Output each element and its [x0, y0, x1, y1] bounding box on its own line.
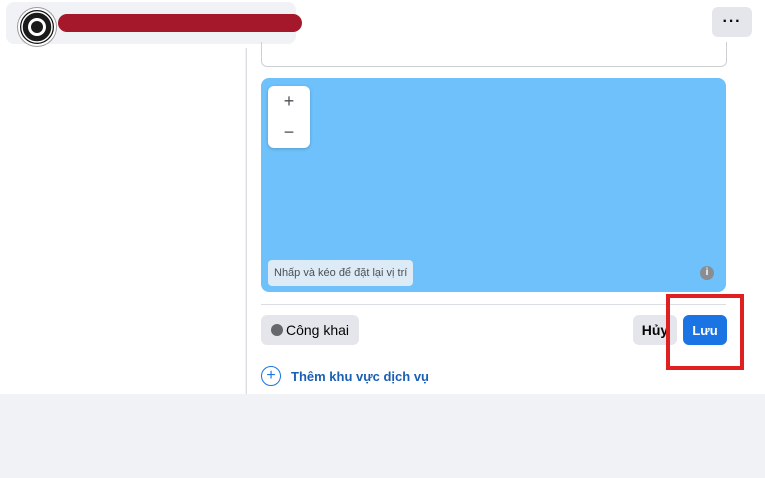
map-reposition-hint: Nhấp và kéo để đặt lại vị trí — [268, 260, 414, 286]
add-service-area-label: Thêm khu vực dịch vụ — [291, 368, 429, 384]
privacy-label: Công khai — [286, 322, 350, 338]
profile-chip[interactable] — [6, 2, 302, 46]
bottom-background — [0, 394, 765, 478]
redacted-profile-name — [58, 14, 302, 32]
privacy-button[interactable]: Công khai — [261, 315, 360, 345]
avatar-logo-icon — [21, 11, 53, 43]
top-bar: ··· — [0, 0, 765, 48]
divider — [261, 304, 726, 305]
more-options-button[interactable]: ··· — [712, 7, 752, 37]
avatar — [18, 8, 56, 46]
zoom-out-button[interactable]: − — [268, 117, 310, 148]
plus-circle-icon: + — [261, 366, 281, 386]
address-input[interactable] — [261, 42, 727, 67]
map[interactable]: + − Nhấp và kéo để đặt lại vị trí i — [261, 78, 726, 292]
globe-icon — [271, 324, 283, 336]
zoom-controls: + − — [268, 86, 310, 148]
left-panel — [0, 48, 245, 394]
add-service-area-link[interactable]: + Thêm khu vực dịch vụ — [261, 366, 429, 386]
info-icon[interactable]: i — [700, 266, 714, 280]
zoom-in-button[interactable]: + — [268, 86, 310, 117]
save-highlight-box — [666, 294, 744, 370]
